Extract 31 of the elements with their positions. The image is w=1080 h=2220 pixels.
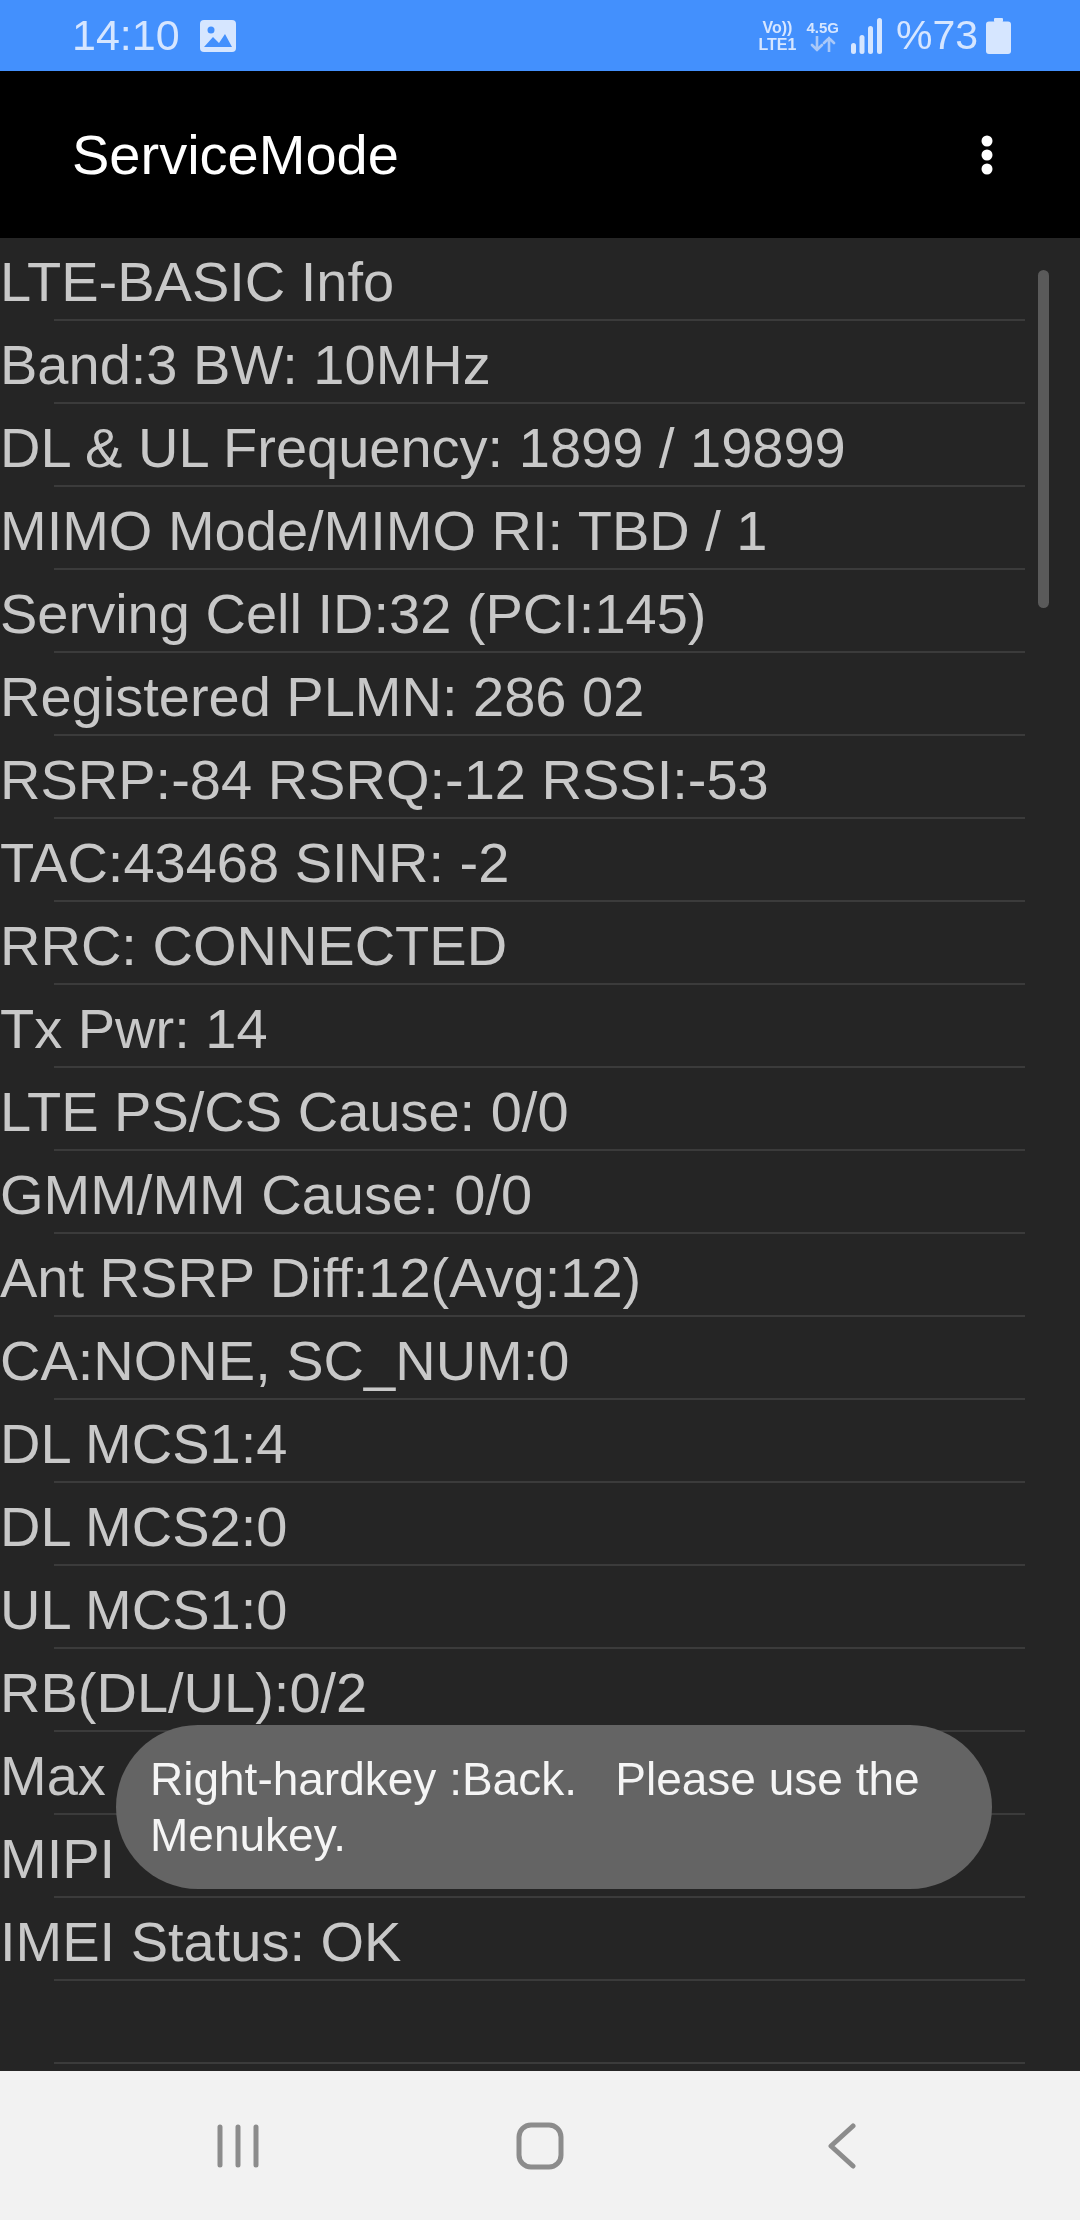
lte-label: LTE1 (758, 35, 797, 53)
info-text: MIMO Mode/MIMO RI: TBD / 1 (0, 502, 768, 559)
info-text: LTE-BASIC Info (0, 253, 395, 310)
volte-label: Vo)) (762, 18, 793, 36)
more-options-icon[interactable] (980, 134, 994, 175)
info-text: GMM/MM Cause: 0/0 (0, 1166, 533, 1223)
status-time: 14:10 (72, 14, 180, 57)
info-text: TAC:43468 SINR: -2 (0, 834, 510, 891)
image-icon (199, 19, 236, 52)
info-text: IMEI Status: OK (0, 1913, 402, 1970)
info-text: RRC: CONNECTED (0, 917, 508, 974)
toast-message: Right-hardkey :Back. Please use the Menukey. (150, 1752, 921, 1863)
network-type-label: 4.5G (806, 19, 839, 36)
info-text: Max (0, 1747, 106, 1804)
info-text: DL MCS1:4 (0, 1415, 288, 1472)
recent-apps-icon[interactable] (217, 2123, 259, 2168)
info-text: Band:3 BW: 10MHz (0, 336, 491, 393)
info-text: RSRP:-84 RSRQ:-12 RSSI:-53 (0, 751, 769, 808)
battery-icon (986, 17, 1011, 54)
info-text: MIPI (0, 1830, 116, 1887)
info-text: LTE PS/CS Cause: 0/0 (0, 1083, 569, 1140)
info-text: CA:NONE, SC_NUM:0 (0, 1332, 570, 1389)
info-text: Tx Pwr: 14 (0, 1000, 268, 1057)
battery-percent: %73 (895, 15, 978, 56)
back-icon[interactable] (828, 2122, 856, 2169)
app-title: ServiceMode (72, 126, 399, 183)
signal-bars-icon (850, 17, 882, 54)
data-arrows-icon (809, 36, 836, 52)
info-text: DL MCS2:0 (0, 1498, 288, 1555)
info-text: UL MCS1:0 (0, 1581, 288, 1638)
home-icon[interactable] (516, 2121, 564, 2170)
